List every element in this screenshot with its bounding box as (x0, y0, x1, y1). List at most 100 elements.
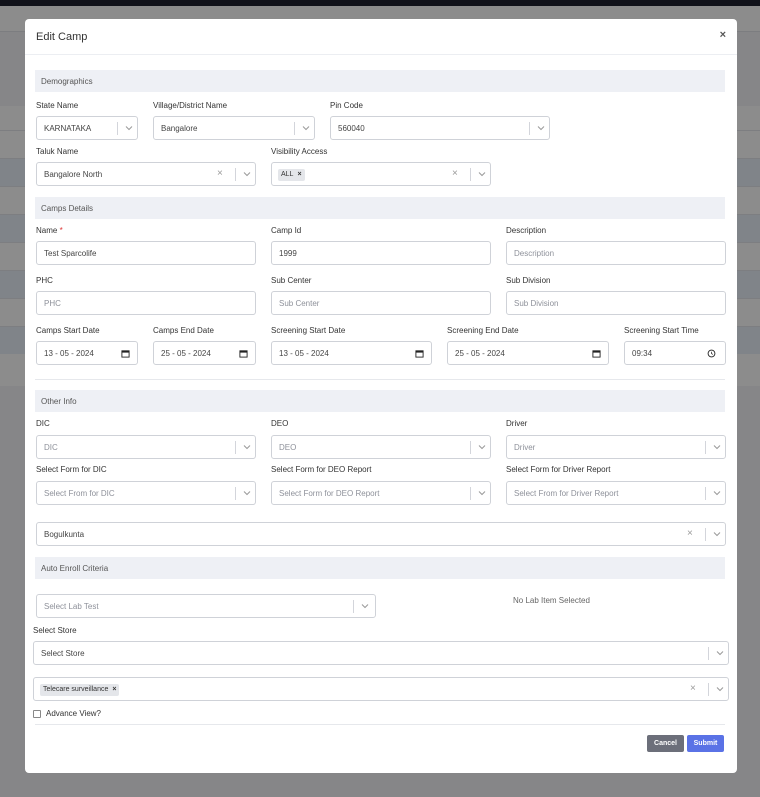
description-input[interactable]: Description (506, 241, 726, 265)
form-dic-select[interactable]: Select From for DIC (36, 481, 256, 505)
clear-icon[interactable]: × (217, 168, 223, 179)
tag-remove-icon[interactable]: × (297, 171, 301, 178)
camp-end-date-label: Camps End Date (153, 326, 214, 335)
driver-select[interactable]: Driver (506, 435, 726, 459)
section-demographics: Demographics (35, 70, 725, 92)
clear-icon[interactable]: × (690, 683, 696, 694)
separator (235, 487, 236, 500)
section-camps-details: Camps Details (35, 197, 725, 219)
chevron-down-icon (125, 126, 133, 131)
sub-division-label: Sub Division (506, 276, 551, 285)
screening-start-date-value: 13 - 05 - 2024 (279, 349, 329, 358)
clock-icon[interactable] (707, 349, 716, 358)
description-placeholder: Description (514, 249, 555, 258)
section-title: Camps Details (41, 204, 94, 213)
store-select[interactable]: Select Store (33, 641, 729, 665)
required-mark: * (59, 226, 63, 235)
screening-end-date-value: 25 - 05 - 2024 (455, 349, 505, 358)
camp-start-date-value: 13 - 05 - 2024 (44, 349, 94, 358)
separator (470, 487, 471, 500)
separator (705, 528, 706, 541)
chevron-down-icon (302, 126, 310, 131)
name-input[interactable]: Test Sparcolife (36, 241, 256, 265)
screening-start-date-label: Screening Start Date (271, 326, 346, 335)
form-deo-label: Select Form for DEO Report (271, 465, 372, 474)
submit-button[interactable]: Submit (687, 735, 724, 752)
section-other-info: Other Info (35, 390, 725, 412)
clear-icon[interactable]: × (452, 168, 458, 179)
separator (470, 441, 471, 454)
tag-remove-icon[interactable]: × (112, 686, 116, 693)
separator (529, 122, 530, 135)
calendar-icon[interactable] (592, 349, 601, 358)
sub-center-input[interactable]: Sub Center (271, 291, 491, 315)
camp-id-label: Camp Id (271, 226, 302, 235)
chevron-down-icon (478, 491, 486, 496)
sub-division-input[interactable]: Sub Division (506, 291, 726, 315)
form-dic-placeholder: Select From for DIC (44, 489, 115, 498)
form-driver-select[interactable]: Select From for Driver Report (506, 481, 726, 505)
phc-input[interactable]: PHC (36, 291, 256, 315)
chevron-down-icon (716, 687, 724, 692)
camp-id-input[interactable]: 1999 (271, 241, 491, 265)
visibility-tag[interactable]: ALL × (278, 169, 305, 181)
taluk-label: Taluk Name (36, 147, 79, 156)
village-label: Village/District Name (153, 101, 228, 110)
modal-title: Edit Camp (36, 31, 88, 43)
dic-value: DIC (44, 443, 58, 452)
tag-label: Telecare surveillance (43, 686, 109, 693)
state-select[interactable]: KARNATAKA (36, 116, 138, 140)
divider (35, 379, 725, 380)
camp-start-date-label: Camps Start Date (36, 326, 100, 335)
screening-start-time-input[interactable]: 09:34 (624, 341, 726, 365)
calendar-icon[interactable] (239, 349, 248, 358)
driver-label: Driver (506, 419, 528, 428)
no-lab-item-text: No Lab Item Selected (513, 596, 590, 605)
visibility-select[interactable]: ALL × × (271, 162, 491, 186)
calendar-icon[interactable] (415, 349, 424, 358)
camp-start-date-input[interactable]: 13 - 05 - 2024 (36, 341, 138, 365)
chevron-down-icon (361, 604, 369, 609)
chevron-down-icon (243, 491, 251, 496)
state-label: State Name (36, 101, 79, 110)
clear-icon[interactable]: × (687, 528, 693, 539)
section-title: Auto Enroll Criteria (41, 564, 109, 573)
location-value: Bogulkunta (44, 530, 85, 539)
deo-value: DEO (279, 443, 297, 452)
chevron-down-icon (478, 445, 486, 450)
chevron-down-icon (716, 651, 724, 656)
form-deo-select[interactable]: Select Form for DEO Report (271, 481, 491, 505)
pin-select[interactable]: 560040 (330, 116, 550, 140)
form-driver-placeholder: Select From for Driver Report (514, 489, 619, 498)
close-button[interactable]: × (720, 29, 726, 41)
village-select[interactable]: Bangalore (153, 116, 315, 140)
dic-select[interactable]: DIC (36, 435, 256, 459)
form-dic-label: Select Form for DIC (36, 465, 107, 474)
village-value: Bangalore (161, 124, 198, 133)
lab-test-placeholder: Select Lab Test (44, 602, 99, 611)
advance-view-checkbox[interactable] (33, 710, 41, 718)
separator (705, 487, 706, 500)
pin-label: Pin Code (330, 101, 363, 110)
name-label-text: Name (36, 226, 58, 235)
driver-value: Driver (514, 443, 536, 452)
section-auto-enroll: Auto Enroll Criteria (35, 557, 725, 579)
state-value: KARNATAKA (44, 124, 92, 133)
screening-end-date-input[interactable]: 25 - 05 - 2024 (447, 341, 609, 365)
separator (708, 647, 709, 660)
form-driver-label: Select Form for Driver Report (506, 465, 611, 474)
modal-header: Edit Camp × (25, 19, 737, 55)
edit-camp-modal: Edit Camp × Demographics State Name KARN… (25, 19, 737, 773)
divider (35, 724, 725, 725)
location-select[interactable]: Bogulkunta × (36, 522, 726, 546)
deo-select[interactable]: DEO (271, 435, 491, 459)
lab-test-select[interactable]: Select Lab Test (36, 594, 376, 618)
surveillance-select[interactable]: Telecare surveillance × × (33, 677, 729, 701)
taluk-select[interactable]: Bangalore North × (36, 162, 256, 186)
camp-end-date-input[interactable]: 25 - 05 - 2024 (153, 341, 256, 365)
surveillance-tag[interactable]: Telecare surveillance × (40, 684, 120, 696)
cancel-button[interactable]: Cancel (647, 735, 684, 752)
calendar-icon[interactable] (121, 349, 130, 358)
camp-id-value: 1999 (279, 249, 297, 258)
screening-start-date-input[interactable]: 13 - 05 - 2024 (271, 341, 432, 365)
